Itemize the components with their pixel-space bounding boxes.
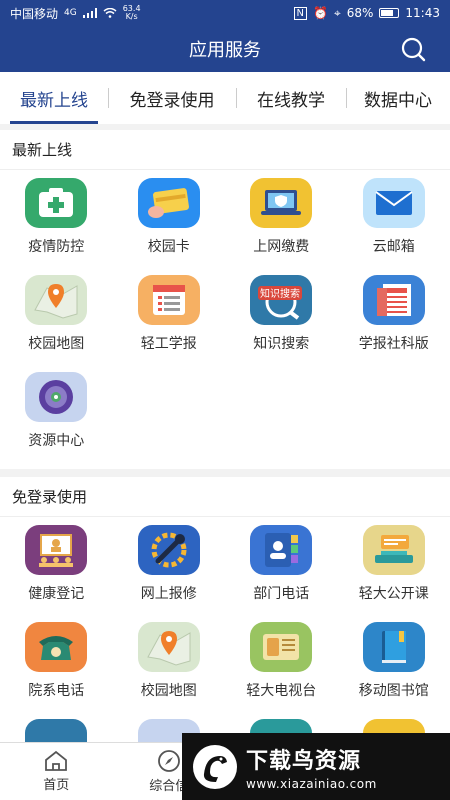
laptop-shield-icon — [250, 178, 313, 228]
app-journal-social-science[interactable]: 学报社科版 — [338, 275, 450, 372]
app-label: 轻大电视台 — [246, 683, 317, 699]
repair-wrench-icon — [137, 525, 200, 575]
app-campus-map-2[interactable]: 校园地图 — [113, 622, 226, 719]
network-type: 4G — [64, 8, 77, 18]
app-qinggong-journal[interactable]: 轻工学报 — [113, 275, 226, 372]
app-campus-card[interactable]: 校园卡 — [113, 178, 226, 275]
map-pin-icon — [137, 622, 200, 672]
battery-icon — [379, 8, 400, 18]
app-network-payment[interactable]: 上网缴费 — [225, 178, 338, 275]
contacts-book-icon — [250, 525, 313, 575]
search-icon[interactable] — [400, 36, 426, 62]
app-label: 院系电话 — [28, 683, 85, 699]
category-tabs: 最新上线 免登录使用 在线教学 数据中心 — [0, 72, 450, 124]
newspaper-icon — [362, 275, 425, 325]
app-cloud-mail[interactable]: 云邮箱 — [338, 178, 450, 275]
app-label: 健康登记 — [28, 586, 85, 602]
svg-text:知识搜索: 知识搜索 — [260, 287, 300, 300]
signal-icon — [82, 8, 97, 18]
network-speed: 63.4 K/s — [122, 4, 141, 21]
nav-home[interactable]: 首页 — [0, 743, 113, 800]
app-tv-station[interactable]: 轻大电视台 — [225, 622, 338, 719]
presentation-icon — [25, 525, 88, 575]
app-label: 移动图书馆 — [358, 683, 429, 699]
app-label: 疫情防控 — [28, 239, 85, 255]
book-icon — [362, 622, 425, 672]
app-faculty-phone[interactable]: 院系电话 — [0, 622, 113, 719]
app-label: 轻大公开课 — [358, 586, 429, 602]
status-bar: 中国移动 4G 63.4 K/s N ⏰ ⌖ 68% 11:43 — [0, 0, 450, 26]
app-label: 上网缴费 — [253, 239, 310, 255]
knowledge-search-icon: 知识搜索 — [250, 275, 313, 325]
app-label: 知识搜索 — [253, 336, 310, 352]
tv-station-icon — [250, 622, 313, 672]
section-title: 最新上线 — [0, 130, 450, 170]
card-icon — [137, 178, 200, 228]
app-label: 网上报修 — [140, 586, 197, 602]
app-label: 轻工学报 — [140, 336, 197, 352]
app-label: 校园地图 — [28, 336, 85, 352]
watermark-banner: 下载鸟资源 www.xiazainiao.com — [182, 733, 450, 800]
app-open-course[interactable]: 轻大公开课 — [338, 525, 450, 622]
open-course-icon — [362, 525, 425, 575]
page-title: 应用服务 — [189, 40, 261, 61]
app-department-phone[interactable]: 部门电话 — [225, 525, 338, 622]
app-epidemic-control[interactable]: 疫情防控 — [0, 178, 113, 275]
tab-online-teaching[interactable]: 在线教学 — [236, 72, 346, 124]
app-header: 应用服务 — [0, 26, 450, 72]
document-list-icon — [137, 275, 200, 325]
home-icon — [45, 750, 68, 771]
app-label: 校园地图 — [140, 683, 197, 699]
app-online-repair[interactable]: 网上报修 — [113, 525, 226, 622]
app-resource-center[interactable]: 资源中心 — [0, 372, 113, 469]
compass-icon — [157, 750, 180, 772]
section-latest: 最新上线 疫情防控 校园卡 上网缴费 云邮箱 校园地图 轻工学报 知识搜索 知识… — [0, 130, 450, 469]
app-campus-map[interactable]: 校园地图 — [0, 275, 113, 372]
content-area: 最新上线 疫情防控 校园卡 上网缴费 云邮箱 校园地图 轻工学报 知识搜索 知识… — [0, 130, 450, 800]
app-mobile-library[interactable]: 移动图书馆 — [338, 622, 450, 719]
app-health-registration[interactable]: 健康登记 — [0, 525, 113, 622]
wifi-icon — [103, 8, 117, 18]
nfc-icon: N — [293, 6, 308, 20]
alarm-icon: ⏰ — [313, 6, 328, 20]
mail-icon — [362, 178, 425, 228]
map-pin-icon — [25, 275, 88, 325]
app-grid: 疫情防控 校园卡 上网缴费 云邮箱 校园地图 轻工学报 知识搜索 知识搜索 学报… — [0, 170, 450, 469]
battery-percent: 68% — [346, 6, 374, 20]
disc-icon — [25, 372, 88, 422]
section-title: 免登录使用 — [0, 477, 450, 517]
telephone-icon — [25, 622, 88, 672]
app-label: 资源中心 — [28, 433, 85, 449]
app-label: 学报社科版 — [358, 336, 429, 352]
app-label: 部门电话 — [253, 586, 310, 602]
carrier-name: 中国移动 — [10, 6, 59, 21]
tab-no-login[interactable]: 免登录使用 — [108, 72, 236, 124]
app-label: 云邮箱 — [372, 239, 415, 255]
watermark-url: www.xiazainiao.com — [246, 776, 377, 791]
watermark-title: 下载鸟资源 — [246, 748, 362, 774]
tab-data-center[interactable]: 数据中心 — [346, 72, 450, 124]
location-icon: ⌖ — [333, 5, 341, 20]
app-label: 校园卡 — [147, 239, 190, 255]
app-knowledge-search[interactable]: 知识搜索 知识搜索 — [225, 275, 338, 372]
nav-label: 首页 — [43, 778, 70, 793]
bird-logo-icon — [193, 744, 237, 789]
clock: 11:43 — [405, 6, 440, 20]
medical-kit-icon — [25, 178, 88, 228]
tab-latest[interactable]: 最新上线 — [0, 72, 108, 124]
